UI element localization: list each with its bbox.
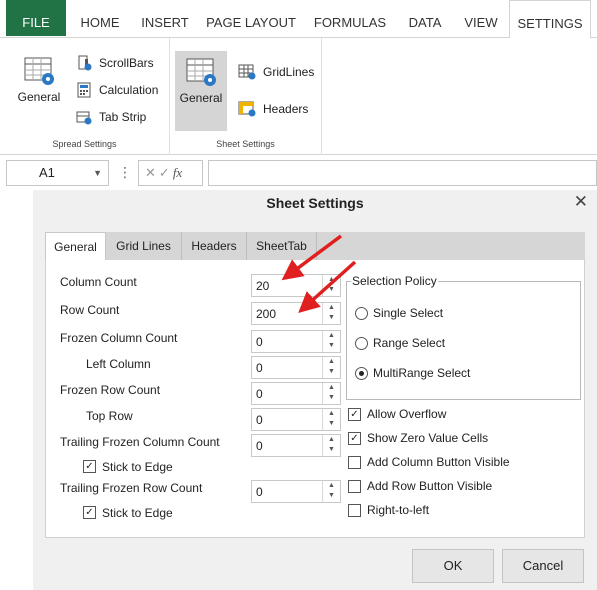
annotation-arrows: [281, 234, 357, 314]
red-arrow-row-count: [298, 260, 357, 314]
red-arrow-column-count: [281, 234, 343, 281]
